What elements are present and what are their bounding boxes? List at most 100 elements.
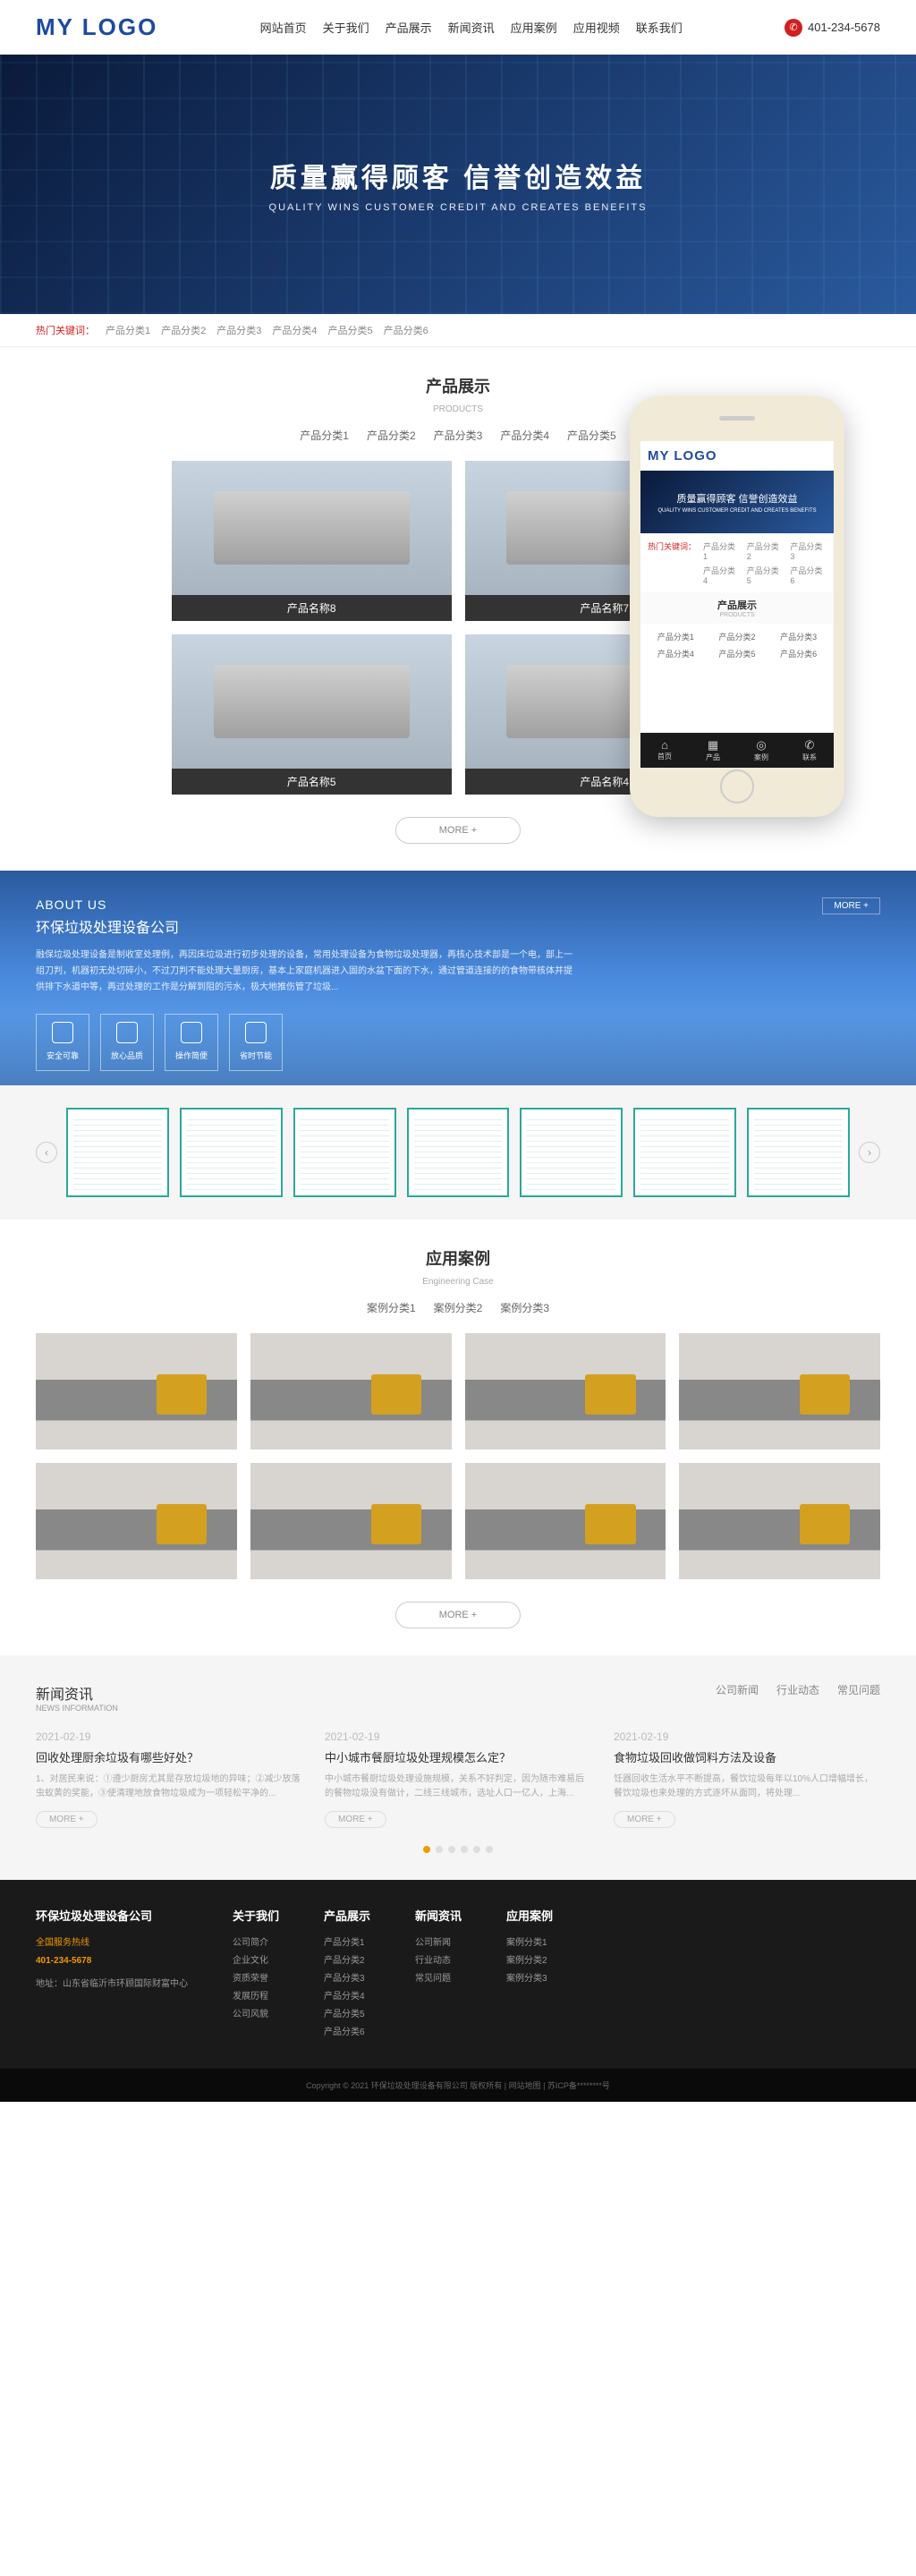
footer-link[interactable]: 行业动态 (415, 1952, 462, 1970)
news-tab[interactable]: 常见问题 (837, 1682, 880, 1697)
mobile-tab[interactable]: 产品分类3 (770, 631, 827, 642)
case-tab[interactable]: 案例分类1 (367, 1300, 416, 1315)
case-card[interactable] (250, 1333, 452, 1450)
mobile-tab[interactable]: 产品分类4 (648, 648, 704, 659)
news-tab[interactable]: 行业动态 (776, 1682, 819, 1697)
footer-link[interactable]: 产品分类2 (324, 1952, 370, 1970)
mobile-kw[interactable]: 产品分类4 (703, 565, 740, 585)
mobile-kw[interactable]: 产品分类1 (703, 540, 740, 561)
case-card[interactable] (679, 1333, 880, 1450)
mobile-tab[interactable]: 产品分类6 (770, 648, 827, 659)
product-tab[interactable]: 产品分类2 (367, 428, 416, 443)
mobile-nav-home[interactable]: ⌂首页 (640, 733, 689, 768)
news-item[interactable]: 2021-02-19 回收处理厨余垃圾有哪些好处？ 1、对居民来说：①遵少厨房尤… (36, 1730, 302, 1828)
certificate-image[interactable] (407, 1108, 510, 1197)
footer-link[interactable]: 公司新闻 (415, 1934, 462, 1952)
nav-video[interactable]: 应用视频 (573, 19, 620, 36)
certificate-image[interactable] (520, 1108, 623, 1197)
certificate-image[interactable] (180, 1108, 283, 1197)
footer-link[interactable]: 常见问题 (415, 1970, 462, 1988)
case-card[interactable] (250, 1463, 452, 1579)
case-card[interactable] (465, 1463, 666, 1579)
nav-products[interactable]: 产品展示 (386, 19, 432, 36)
keyword-link[interactable]: 产品分类6 (384, 323, 428, 337)
products-more-button[interactable]: MORE + (395, 817, 521, 844)
mobile-kw[interactable]: 产品分类6 (790, 565, 827, 585)
footer-link[interactable]: 产品分类5 (324, 2006, 370, 2024)
case-card[interactable] (36, 1463, 237, 1579)
footer-cases-col: 应用案例 案例分类1 案例分类2 案例分类3 (506, 1907, 553, 2042)
cert-prev-button[interactable]: ‹ (36, 1142, 57, 1163)
footer-link[interactable]: 公司简介 (233, 1934, 279, 1952)
logo[interactable]: MY LOGO (36, 13, 157, 41)
certificates-section: ‹ › (0, 1085, 916, 1220)
certificate-image[interactable] (747, 1108, 850, 1197)
mobile-tab[interactable]: 产品分类2 (709, 631, 766, 642)
certificate-image[interactable] (293, 1108, 396, 1197)
product-tab[interactable]: 产品分类1 (300, 428, 349, 443)
news-more-button[interactable]: MORE + (325, 1811, 386, 1828)
cert-next-button[interactable]: › (859, 1142, 880, 1163)
pagination-dot[interactable] (461, 1846, 468, 1853)
keyword-link[interactable]: 产品分类2 (161, 323, 206, 337)
footer-link[interactable]: 案例分类2 (506, 1952, 553, 1970)
news-more-button[interactable]: MORE + (614, 1811, 675, 1828)
safety-icon (52, 1022, 73, 1043)
product-card[interactable]: 产品名称5 (172, 634, 452, 795)
pagination-dot[interactable] (423, 1846, 430, 1853)
pagination-dot[interactable] (436, 1846, 443, 1853)
mobile-tab[interactable]: 产品分类1 (648, 631, 704, 642)
case-card[interactable] (36, 1333, 237, 1450)
cases-more-button[interactable]: MORE + (395, 1602, 521, 1628)
product-tab[interactable]: 产品分类3 (434, 428, 483, 443)
pagination-dot[interactable] (448, 1846, 455, 1853)
case-card[interactable] (679, 1463, 880, 1579)
case-tab[interactable]: 案例分类3 (500, 1300, 549, 1315)
news-item[interactable]: 2021-02-19 食物垃圾回收做饲料方法及设备 饪器回收生活水平不断提高，餐… (614, 1730, 880, 1828)
nav-news[interactable]: 新闻资讯 (448, 19, 495, 36)
footer-link[interactable]: 发展历程 (233, 1988, 279, 2006)
product-card[interactable]: 产品名称8 (172, 461, 452, 621)
news-more-button[interactable]: MORE + (36, 1811, 98, 1828)
mobile-nav-cases[interactable]: ◎案例 (737, 733, 785, 768)
keyword-link[interactable]: 产品分类3 (216, 323, 261, 337)
keyword-link[interactable]: 产品分类1 (106, 323, 150, 337)
nav-cases[interactable]: 应用案例 (511, 19, 557, 36)
certificate-image[interactable] (633, 1108, 736, 1197)
footer-link[interactable]: 产品分类4 (324, 1988, 370, 2006)
footer-link[interactable]: 案例分类3 (506, 1970, 553, 1988)
mobile-kw[interactable]: 产品分类5 (747, 565, 784, 585)
footer-link[interactable]: 产品分类3 (324, 1970, 370, 1988)
footer-link[interactable]: 案例分类1 (506, 1934, 553, 1952)
footer-link[interactable]: 产品分类1 (324, 1934, 370, 1952)
footer-link[interactable]: 产品分类6 (324, 2024, 370, 2042)
product-tab[interactable]: 产品分类5 (567, 428, 616, 443)
banner-subtitle: QUALITY WINS CUSTOMER CREDIT AND CREATES… (269, 202, 648, 213)
certificate-image[interactable] (66, 1108, 169, 1197)
hotline-number: 401-234-5678 (36, 1952, 188, 1970)
nav-contact[interactable]: 联系我们 (636, 19, 683, 36)
footer-link[interactable]: 公司风貌 (233, 2006, 279, 2024)
mobile-kw[interactable]: 产品分类3 (790, 540, 827, 561)
news-item[interactable]: 2021-02-19 中小城市餐厨垃圾处理规模怎么定？ 中小城市餐厨垃圾处理设施… (325, 1730, 591, 1828)
case-tab[interactable]: 案例分类2 (434, 1300, 483, 1315)
mobile-nav-contact[interactable]: ✆联系 (785, 733, 834, 768)
case-card[interactable] (465, 1333, 666, 1450)
mobile-tab[interactable]: 产品分类5 (709, 648, 766, 659)
mobile-kw[interactable]: 产品分类2 (747, 540, 784, 561)
energy-icon (245, 1022, 267, 1043)
keyword-link[interactable]: 产品分类4 (272, 323, 317, 337)
keyword-link[interactable]: 产品分类5 (328, 323, 373, 337)
keywords-label: 热门关键词： (36, 323, 95, 337)
pagination-dot[interactable] (473, 1846, 480, 1853)
mobile-nav-products[interactable]: ▦产品 (689, 733, 737, 768)
news-tab[interactable]: 公司新闻 (716, 1682, 759, 1697)
nav-home[interactable]: 网站首页 (260, 19, 307, 36)
footer-link[interactable]: 企业文化 (233, 1952, 279, 1970)
copyright: Copyright © 2021 环保垃圾处理设备有限公司 版权所有 | 网站地… (0, 2069, 916, 2102)
product-tab[interactable]: 产品分类4 (500, 428, 549, 443)
nav-about[interactable]: 关于我们 (323, 19, 369, 36)
footer-link[interactable]: 资质荣誉 (233, 1970, 279, 1988)
about-more-button[interactable]: MORE + (822, 897, 880, 914)
pagination-dot[interactable] (486, 1846, 493, 1853)
